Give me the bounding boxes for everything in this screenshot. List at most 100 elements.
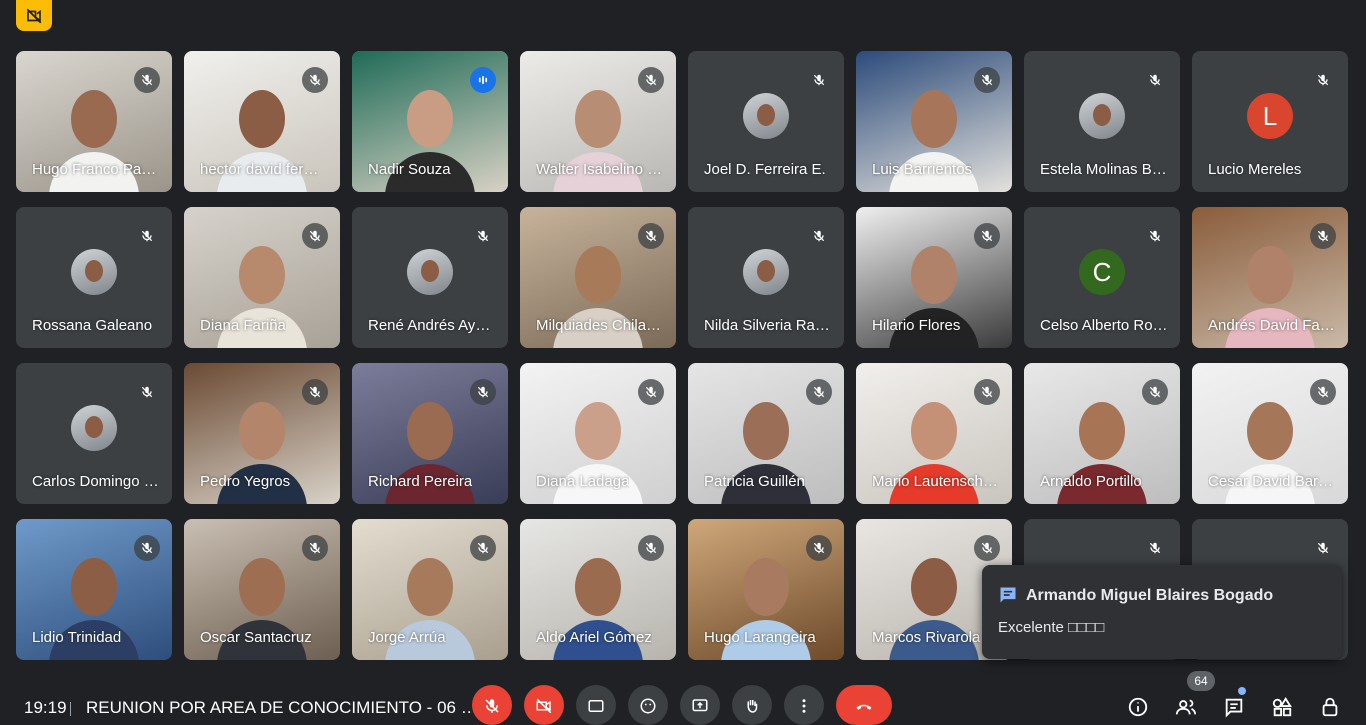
chat-unread-dot (1238, 687, 1246, 695)
muted-indicator (470, 535, 496, 561)
participant-tile[interactable]: Walter Isabelino … (520, 51, 676, 192)
muted-indicator (1142, 67, 1168, 93)
participant-tile[interactable]: Rossana Galeano (16, 207, 172, 348)
meeting-title: REUNION POR AREA DE CONOCIMIENTO - 06 … (86, 698, 478, 717)
participant-tile[interactable]: Carlos Domingo … (16, 363, 172, 504)
more-options-button[interactable] (784, 685, 824, 725)
participant-tile[interactable]: hector david fer… (184, 51, 340, 192)
participant-tile[interactable]: Jorge Arrúa (352, 519, 508, 660)
microphone-toggle-button[interactable] (472, 685, 512, 725)
muted-indicator (638, 379, 664, 405)
participant-name: Diana Fariña (200, 317, 286, 334)
muted-indicator (638, 67, 664, 93)
chat-message: Excelente □□□□ (998, 619, 1105, 636)
people-button[interactable] (1175, 696, 1197, 723)
participant-tile[interactable]: Richard Pereira (352, 363, 508, 504)
leave-call-button[interactable] (836, 685, 892, 725)
muted-indicator (1142, 379, 1168, 405)
mic-off-icon (981, 386, 993, 398)
mic-off-icon (645, 542, 657, 554)
participant-tile[interactable]: Estela Molinas B… (1024, 51, 1180, 192)
muted-indicator (974, 67, 1000, 93)
mic-off-icon (477, 386, 489, 398)
muted-indicator (470, 223, 496, 249)
participant-tile[interactable]: Arnaldo Portillo (1024, 363, 1180, 504)
muted-indicator (302, 67, 328, 93)
host-controls-button[interactable] (1319, 696, 1341, 723)
participant-name: Richard Pereira (368, 473, 473, 490)
raise-hand-button[interactable] (732, 685, 772, 725)
chat-icon (1000, 587, 1016, 603)
participant-tile[interactable]: Hugo Franco Paa… (16, 51, 172, 192)
participant-tile[interactable]: René Andrés Ayo… (352, 207, 508, 348)
participant-name: René Andrés Ayo… (368, 317, 496, 334)
phone-hangup-icon (856, 704, 872, 710)
participant-tile[interactable]: Andrés David Fa… (1192, 207, 1348, 348)
participant-tile[interactable]: Cesar David Bar… (1192, 363, 1348, 504)
mic-off-icon (1149, 542, 1161, 554)
muted-indicator (806, 535, 832, 561)
camera-off-icon (536, 698, 552, 714)
camera-toggle-button[interactable] (524, 685, 564, 725)
participant-tile[interactable]: Diana Fariña (184, 207, 340, 348)
camera-off-icon (26, 8, 42, 23)
activities-button[interactable] (1271, 696, 1293, 723)
captions-button[interactable] (576, 685, 616, 725)
participant-tile[interactable]: Nadir Souza (352, 51, 508, 192)
mic-off-icon (645, 386, 657, 398)
emoji-icon (640, 698, 656, 714)
participant-tile[interactable]: C Celso Alberto Ro… (1024, 207, 1180, 348)
mic-off-icon (141, 230, 153, 242)
lock-person-icon (1322, 697, 1338, 717)
muted-indicator (1310, 67, 1336, 93)
participant-name: Carlos Domingo … (32, 473, 159, 490)
muted-indicator (470, 379, 496, 405)
mic-off-icon (1149, 74, 1161, 86)
participant-tile[interactable]: Nilda Silveria Ra… (688, 207, 844, 348)
participant-tile[interactable]: Mario Lautenschl… (856, 363, 1012, 504)
mic-off-icon (309, 542, 321, 554)
participant-count-badge: 64 (1187, 671, 1215, 691)
participant-tile[interactable]: Lidio Trinidad (16, 519, 172, 660)
mic-off-icon (981, 542, 993, 554)
participant-name: Diana Ladaga (536, 473, 630, 490)
captions-icon (588, 700, 604, 712)
participant-tile[interactable]: Luis Barrientos (856, 51, 1012, 192)
muted-indicator (302, 223, 328, 249)
muted-indicator (806, 223, 832, 249)
mic-off-icon (141, 74, 153, 86)
mic-off-icon (1317, 230, 1329, 242)
mic-off-icon (1317, 542, 1329, 554)
reactions-button[interactable] (628, 685, 668, 725)
muted-indicator (302, 535, 328, 561)
participant-tile[interactable]: L Lucio Mereles (1192, 51, 1348, 192)
participant-tile[interactable]: Joel D. Ferreira E. (688, 51, 844, 192)
participant-tile[interactable]: Diana Ladaga (520, 363, 676, 504)
muted-indicator (1310, 535, 1336, 561)
participant-tile[interactable]: Patricia Guillén (688, 363, 844, 504)
avatar: C (1079, 249, 1125, 295)
mic-off-icon (981, 230, 993, 242)
participant-name: Rossana Galeano (32, 317, 153, 334)
participant-name: Celso Alberto Ro… (1040, 317, 1168, 334)
muted-indicator (806, 67, 832, 93)
more-vertical-icon (802, 699, 806, 713)
participant-name: hector david fer… (200, 161, 319, 178)
participant-tile[interactable]: Milquiades Chila… (520, 207, 676, 348)
participant-tile[interactable]: Oscar Santacruz (184, 519, 340, 660)
muted-indicator (134, 223, 160, 249)
participant-tile[interactable]: Hugo Larangeira (688, 519, 844, 660)
mic-off-icon (141, 542, 153, 554)
meeting-details-button[interactable] (1127, 696, 1149, 723)
muted-indicator (638, 535, 664, 561)
mic-off-icon (477, 542, 489, 554)
avatar (743, 93, 789, 139)
participant-name: Patricia Guillén (704, 473, 805, 490)
participant-tile[interactable]: Hilario Flores (856, 207, 1012, 348)
participant-tile[interactable]: Pedro Yegros (184, 363, 340, 504)
present-screen-button[interactable] (680, 685, 720, 725)
mic-off-icon (981, 74, 993, 86)
participant-tile[interactable]: Aldo Ariel Gómez (520, 519, 676, 660)
chat-button[interactable] (1223, 696, 1245, 723)
chat-notification[interactable]: Armando Miguel Blaires Bogado Excelente … (982, 565, 1342, 659)
